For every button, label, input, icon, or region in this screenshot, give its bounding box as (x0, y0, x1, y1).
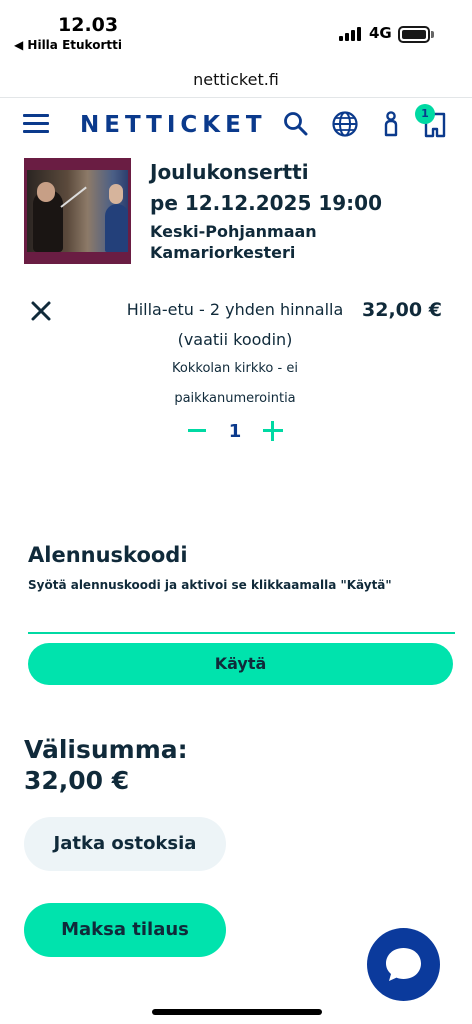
site-header: NETTICKET (0, 98, 472, 150)
ticket-type-note: (vaatii koodin) (177, 330, 293, 349)
network-type: 4G (369, 24, 392, 42)
increase-quantity-button[interactable] (262, 420, 284, 442)
battery-icon (398, 26, 430, 43)
event-title[interactable]: Joulukonsertti (150, 160, 309, 184)
back-to-app-link[interactable]: ◀ Hilla Etukortti (14, 38, 122, 52)
subtotal-label: Välisumma: (24, 735, 188, 764)
ticket-price: 32,00 € (362, 299, 442, 321)
venue-line1: Kokkolan kirkko - ei (172, 361, 298, 376)
status-time: 12.03 (58, 14, 119, 36)
ticket-type-name: Hilla-etu - 2 yhden hinnalla (126, 300, 344, 319)
event-organizer-line1: Keski-Pohjanmaan (150, 222, 317, 241)
apply-discount-button[interactable]: Käytä (28, 643, 453, 685)
url-text: netticket.fi (193, 70, 279, 89)
discount-code-help: Syötä alennuskoodi ja aktivoi se klikkaa… (28, 578, 392, 592)
discount-code-input[interactable] (28, 598, 455, 634)
discount-code-title: Alennuskoodi (28, 543, 188, 567)
remove-ticket-icon[interactable] (27, 297, 55, 325)
site-logo[interactable]: NETTICKET (80, 112, 267, 138)
cart-count-badge: 1 (415, 104, 435, 124)
globe-icon[interactable] (331, 110, 359, 138)
ticket-quantity: 1 (228, 421, 242, 442)
home-indicator (152, 1009, 322, 1015)
user-icon[interactable] (377, 110, 405, 138)
event-image (24, 158, 131, 264)
subtotal-value: 32,00 € (24, 766, 130, 795)
event-datetime: pe 12.12.2025 19:00 (150, 191, 382, 215)
signal-icon (339, 27, 363, 41)
search-icon[interactable] (282, 110, 310, 138)
status-bar: 12.03 ◀ Hilla Etukortti 4G (0, 0, 472, 58)
pay-order-button[interactable]: Maksa tilaus (24, 903, 226, 957)
menu-icon[interactable] (23, 114, 49, 134)
venue-line2: paikkanumerointia (174, 391, 296, 406)
decrease-quantity-button[interactable] (186, 420, 208, 442)
chat-bubble-icon (386, 948, 421, 981)
chat-button[interactable] (367, 928, 440, 1001)
continue-shopping-button[interactable]: Jatka ostoksia (24, 817, 226, 871)
address-bar[interactable]: netticket.fi (0, 58, 472, 98)
battery-tip (431, 31, 434, 38)
event-organizer-line2: Kamariorkesteri (150, 243, 296, 262)
